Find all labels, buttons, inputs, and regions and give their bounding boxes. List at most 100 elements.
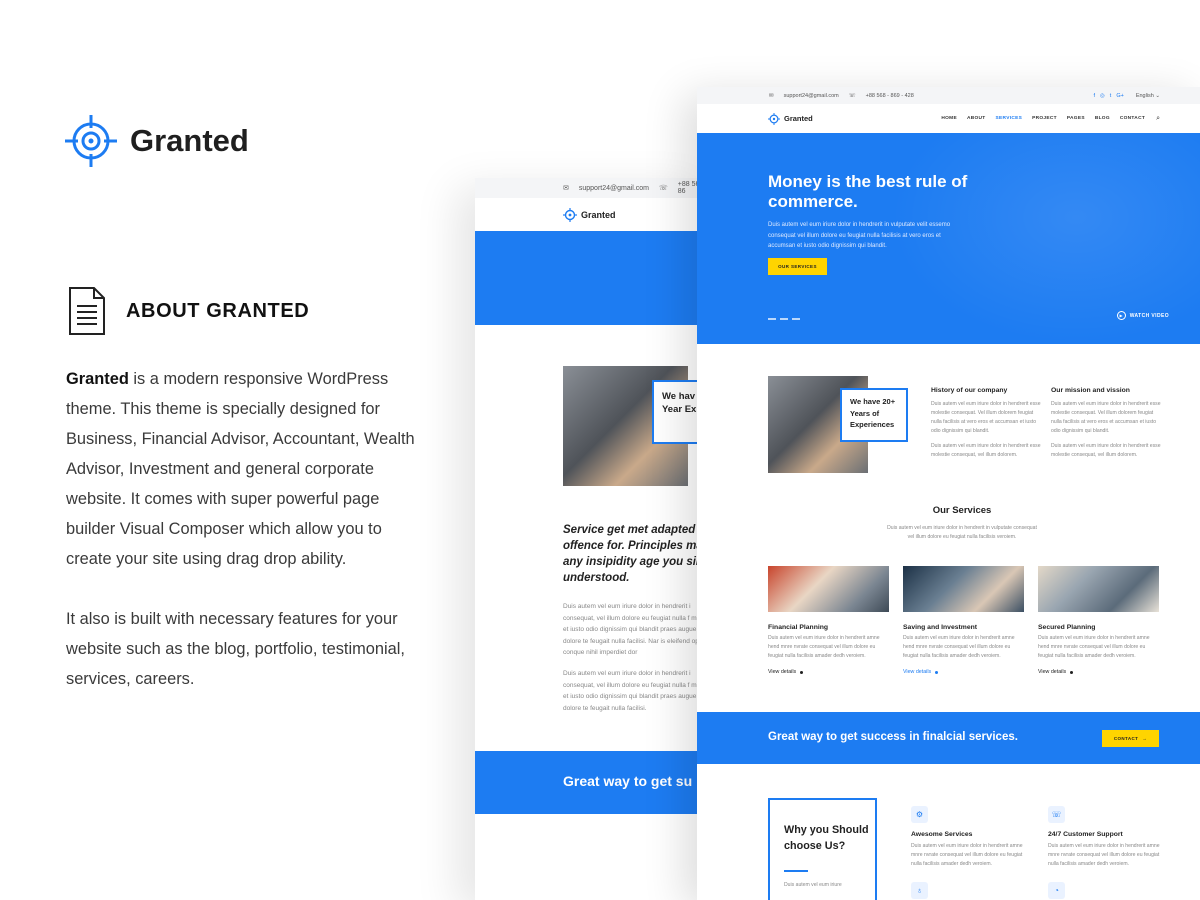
mission-title: Our mission and vission — [1051, 387, 1130, 394]
mockup-back-hero — [475, 231, 715, 325]
target-icon — [768, 112, 780, 125]
hero-banner: Money is the best rule of commerce. Duis… — [697, 133, 1200, 344]
twitter-icon[interactable]: t — [1110, 93, 1112, 99]
why-text: Duis autem vel eum iriure — [784, 882, 842, 888]
view-details-link[interactable]: View details — [768, 669, 889, 675]
arrow-right-icon: → — [1142, 736, 1148, 741]
history-paragraph-2: Duis autem vel eum iriure dolor in hendr… — [931, 443, 1041, 458]
phone-icon: ☏ — [659, 185, 668, 192]
about-title: ABOUT GRANTED — [126, 299, 310, 322]
service-text: Duis autem vel eum iriure dolor in hendr… — [1038, 635, 1150, 659]
mockup-back-paragraph-2: Duis autem vel eum iriure dolor in hendr… — [563, 670, 711, 712]
mockup-back-logo-text: Granted — [581, 209, 616, 220]
mockup-back-page: ✉ support24@gmail.com ☏ +88 568 - 86 Gra… — [475, 178, 715, 900]
history-title: History of our company — [931, 387, 1008, 394]
service-title[interactable]: Secured Planning — [1038, 624, 1159, 631]
watch-video-button[interactable]: ▶ WATCH VIDEO — [1116, 311, 1169, 320]
nav-item-project[interactable]: PROJECT — [1032, 116, 1057, 121]
play-icon: ▶ — [1116, 311, 1126, 320]
mockup-back-cta-banner: Great way to get su — [475, 751, 715, 814]
language-select[interactable]: English ⌄ — [1136, 93, 1160, 99]
services-title: Our Services — [932, 505, 992, 516]
service-card: Saving and Investment Duis autem vel eum… — [903, 566, 1024, 675]
target-icon — [65, 115, 117, 167]
about-paragraph-1-text: is a modern responsive WordPress theme. … — [66, 370, 415, 568]
mockup-back-topbar: ✉ support24@gmail.com ☏ +88 568 - 86 — [475, 178, 715, 198]
service-title[interactable]: Saving and Investment — [903, 624, 1024, 631]
nav-item-blog[interactable]: BLOG — [1095, 116, 1110, 121]
watch-video-label: WATCH VIDEO — [1129, 312, 1169, 319]
service-card: Secured Planning Duis autem vel eum iriu… — [1038, 566, 1159, 675]
google-plus-icon[interactable]: G+ — [1116, 93, 1124, 99]
document-icon — [69, 287, 105, 335]
view-details-link[interactable]: View details — [1038, 669, 1159, 675]
service-image[interactable] — [1038, 566, 1159, 612]
feature-text: Duis autem vel eum iriure dolor in hendr… — [911, 843, 1023, 867]
nav-item-contact[interactable]: CONTACT — [1120, 116, 1145, 121]
skype-icon[interactable]: ◎ — [1100, 93, 1105, 99]
nav-item-about[interactable]: ABOUT — [967, 116, 986, 121]
mission-column: Our mission and vission Duis autem vel e… — [1051, 387, 1161, 466]
history-paragraph-1: Duis autem vel eum iriure dolor in hendr… — [931, 401, 1041, 434]
email-icon: ✉ — [769, 92, 774, 99]
about-paragraph-2: It also is built with necessary features… — [66, 610, 405, 688]
mockup-back-quote: Service get met adapted i offence for. P… — [563, 524, 707, 584]
view-details-label: View details — [903, 669, 932, 676]
view-details-link[interactable]: View details — [903, 669, 1024, 675]
service-text: Duis autem vel eum iriure dolor in hendr… — [903, 635, 1015, 659]
about-brand-strong: Granted — [66, 370, 129, 388]
nav-item-home[interactable]: HOME — [941, 116, 957, 121]
facebook-icon[interactable]: f — [1093, 93, 1095, 99]
pie-chart-icon: ◔ — [1048, 882, 1065, 899]
contact-button[interactable]: CONTACT → — [1102, 730, 1159, 747]
gear-icon: ⚙ — [911, 806, 928, 823]
nav-item-pages[interactable]: PAGES — [1067, 116, 1085, 121]
mission-paragraph-1: Duis autem vel eum iriure dolor in hendr… — [1051, 401, 1161, 434]
view-details-label: View details — [768, 669, 797, 676]
service-image[interactable] — [903, 566, 1024, 612]
services-subtitle: Duis autem vel eum iriure dolor in hendr… — [887, 525, 1037, 540]
hero-title: Money is the best rule of commerce. — [768, 172, 968, 211]
history-column: History of our company Duis autem vel eu… — [931, 387, 1041, 466]
cta-text: Great way to get success in finalcial se… — [768, 731, 1018, 743]
bullet-icon — [935, 670, 939, 674]
brand-name: Granted — [130, 123, 249, 158]
cta-banner: Great way to get success in finalcial se… — [697, 712, 1200, 764]
nav-menu: HOME ABOUT SERVICES PROJECT PAGES BLOG C… — [941, 116, 1145, 121]
feature-item: ☏ 24/7 Customer Support Duis autem vel e… — [1048, 806, 1163, 868]
mission-paragraph-2: Duis autem vel eum iriure dolor in hendr… — [1051, 443, 1161, 458]
bullet-icon — [800, 670, 804, 674]
search-icon[interactable]: ⌕ — [1156, 115, 1160, 123]
divider — [784, 870, 808, 872]
email-icon: ✉ — [563, 185, 569, 192]
slider-dots[interactable] — [768, 318, 800, 320]
money-bag-icon: ♁ — [911, 882, 928, 899]
nav-item-services[interactable]: SERVICES — [996, 116, 1023, 121]
about-heading: ABOUT GRANTED — [66, 286, 309, 336]
view-details-label: View details — [1038, 669, 1067, 676]
topbar: ✉ support24@gmail.com ☏ +88 568 - 869 - … — [697, 87, 1200, 104]
main-nav: Granted HOME ABOUT SERVICES PROJECT PAGE… — [697, 104, 1200, 133]
feature-item: ⚙ Awesome Services Duis autem vel eum ir… — [911, 806, 1026, 868]
feature-title: Awesome Services — [911, 831, 973, 838]
about-paragraph-1: Granted is a modern responsive WordPress… — [66, 364, 426, 574]
nav-logo-text[interactable]: Granted — [784, 114, 813, 123]
phone-support-icon: ☏ — [1048, 806, 1065, 823]
service-title[interactable]: Financial Planning — [768, 624, 889, 631]
topbar-phone[interactable]: +88 568 - 869 - 428 — [866, 93, 914, 99]
topbar-email[interactable]: support24@gmail.com — [784, 93, 839, 99]
experience-badge: We have 20+ Years of Experiences — [840, 388, 908, 442]
service-image[interactable] — [768, 566, 889, 612]
why-title: Why you Should choose Us? — [784, 824, 869, 852]
our-services-button[interactable]: OUR SERVICES — [768, 258, 827, 275]
mockup-back-email: support24@gmail.com — [578, 184, 650, 192]
brand-logo: Granted — [64, 114, 249, 168]
service-card: Financial Planning Duis autem vel eum ir… — [768, 566, 889, 675]
mockup-back-paragraph-1: Duis autem vel eum iriure dolor in hendr… — [563, 603, 711, 656]
bullet-icon — [1070, 670, 1074, 674]
mockup-back-nav: Granted — [475, 198, 715, 231]
target-icon — [563, 207, 577, 222]
feature-text: Duis autem vel eum iriure dolor in hendr… — [1048, 843, 1160, 867]
contact-button-label: CONTACT — [1113, 736, 1139, 741]
hero-subtitle: Duis autem vel eum iriure dolor in hendr… — [768, 222, 951, 249]
